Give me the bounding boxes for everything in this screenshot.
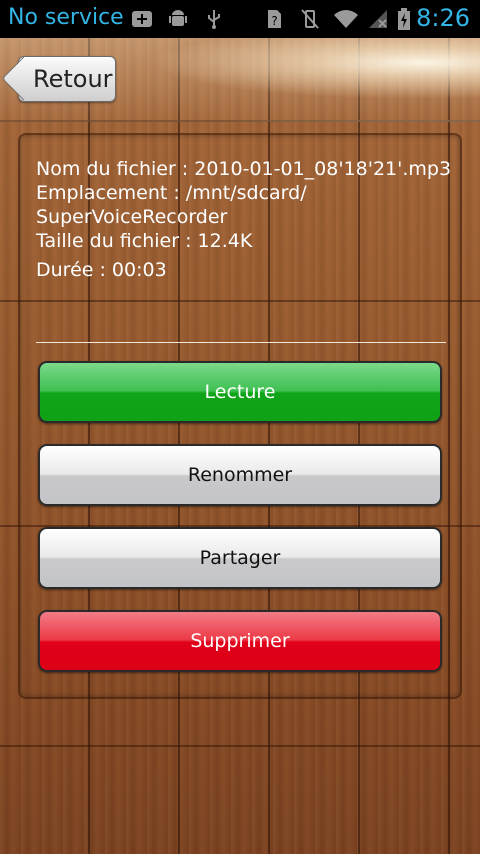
file-location-line-continued: SuperVoiceRecorder [36, 206, 228, 228]
vibrate-icon [298, 8, 322, 30]
share-button[interactable]: Partager [38, 527, 442, 589]
status-bar: No service ? 8:26 [0, 0, 480, 38]
svg-text:?: ? [271, 14, 277, 28]
divider [36, 342, 446, 343]
file-name-line: Nom du fichier : 2010-01-01_08'18'21'.mp… [36, 158, 452, 180]
back-button-label: Retour [33, 65, 113, 93]
file-duration-line: Durée : 00:03 [36, 259, 167, 281]
carrier-label: No service [8, 5, 124, 30]
usb-icon [202, 8, 226, 30]
back-button[interactable]: Retour [18, 56, 116, 102]
delete-button[interactable]: Supprimer [38, 610, 442, 672]
file-info: Nom du fichier : 2010-01-01_08'18'21'.mp… [36, 157, 452, 282]
rename-button[interactable]: Renommer [38, 444, 442, 506]
no-signal-icon [366, 8, 390, 30]
add-notification-icon [130, 8, 154, 30]
file-details-panel: Nom du fichier : 2010-01-01_08'18'21'.mp… [18, 133, 462, 699]
clock: 8:26 [416, 4, 470, 32]
battery-charging-icon [396, 8, 412, 30]
file-size-line: Taille du fichier : 12.4K [36, 230, 253, 252]
wifi-icon [332, 8, 360, 30]
play-button[interactable]: Lecture [38, 361, 442, 423]
android-icon [166, 8, 190, 30]
sim-unknown-icon: ? [262, 8, 286, 30]
title-bar: Retour [0, 38, 480, 122]
file-location-line: Emplacement : /mnt/sdcard/ [36, 182, 307, 204]
